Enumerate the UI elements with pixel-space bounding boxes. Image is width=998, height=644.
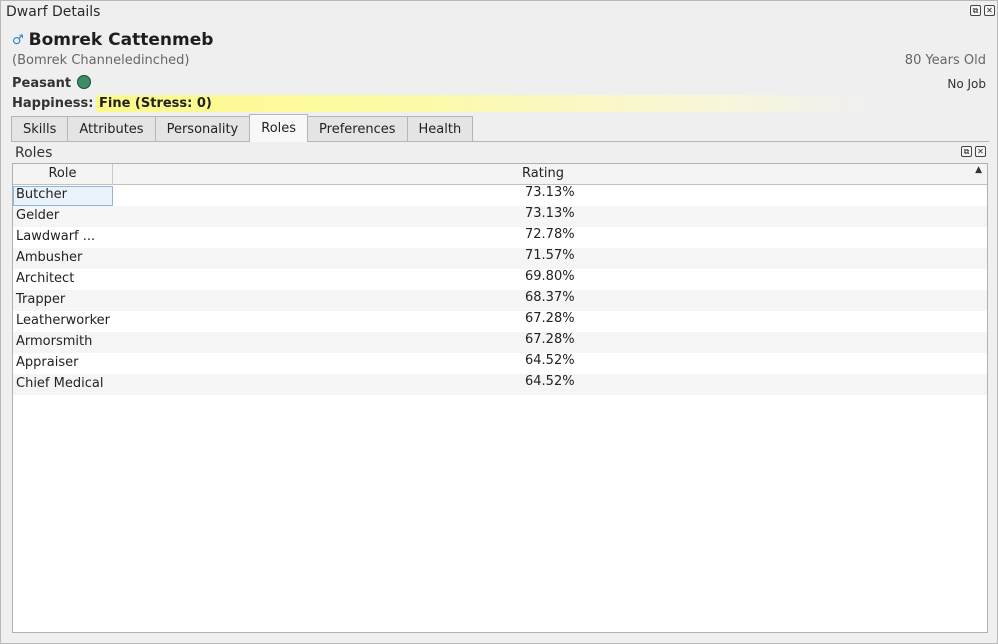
happiness-label: Happiness: — [12, 96, 94, 111]
role-name: Lawdwarf ... — [16, 229, 96, 244]
roles-panel-title: Roles — [15, 145, 53, 161]
role-name: Gelder — [16, 208, 60, 223]
role-rating: 64.52% — [525, 353, 575, 368]
role-rating: 67.28% — [525, 311, 575, 326]
titlebar: Dwarf Details ⧉ ✕ — [1, 1, 997, 23]
table-row[interactable]: Architect 69.80% — [13, 269, 987, 290]
table-row[interactable]: Appraiser 64.52% — [13, 353, 987, 374]
detail-tabs: Skills Attributes Personality Roles Pref… — [11, 114, 474, 142]
sort-descending-icon[interactable]: ▲ — [975, 165, 982, 175]
role-rating: 69.80% — [525, 269, 575, 284]
tab-divider — [11, 141, 989, 142]
current-job: No Job — [947, 77, 986, 91]
window-title: Dwarf Details — [6, 4, 101, 20]
role-name: Architect — [16, 271, 75, 286]
profession-row: Peasant — [12, 74, 92, 91]
profession-label: Peasant — [12, 76, 72, 91]
column-header-rating[interactable]: Rating — [113, 164, 973, 184]
role-rating: 73.13% — [525, 206, 575, 221]
table-row[interactable]: Gelder 73.13% — [13, 206, 987, 227]
role-name: Chief Medical — [16, 376, 104, 391]
role-name: Butcher — [16, 187, 67, 202]
dwarf-name: Bomrek Cattenmeb — [28, 30, 214, 50]
happiness-value: Fine (Stress: 0) — [99, 96, 212, 111]
table-header: Role Rating ▲ — [13, 164, 987, 185]
dwarf-details-window: Dwarf Details ⧉ ✕ ♂ Bomrek Cattenmeb (Bo… — [0, 0, 998, 644]
table-row[interactable]: Ambusher 71.57% — [13, 248, 987, 269]
dwarf-age: 80 Years Old — [904, 53, 986, 68]
role-name: Ambusher — [16, 250, 83, 265]
table-row[interactable]: Leatherworker 67.28% — [13, 311, 987, 332]
close-panel-icon[interactable]: ✕ — [975, 146, 986, 157]
role-rating: 64.52% — [525, 374, 575, 389]
tab-personality[interactable]: Personality — [154, 116, 251, 142]
close-window-icon[interactable]: ✕ — [984, 5, 995, 16]
tab-preferences[interactable]: Preferences — [307, 116, 408, 142]
table-row[interactable]: Lawdwarf ... 72.78% — [13, 227, 987, 248]
table-rows: Butcher 73.13% Gelder 73.13% Lawdwarf ..… — [13, 185, 987, 395]
role-rating: 68.37% — [525, 290, 575, 305]
role-rating: 71.57% — [525, 248, 575, 263]
tab-skills[interactable]: Skills — [11, 116, 69, 142]
float-window-icon[interactable]: ⧉ — [970, 5, 981, 16]
table-row[interactable]: Chief Medical 64.52% — [13, 374, 987, 395]
table-row[interactable]: Trapper 68.37% — [13, 290, 987, 311]
role-name: Appraiser — [16, 355, 79, 370]
table-row[interactable]: Armorsmith 67.28% — [13, 332, 987, 353]
role-name: Leatherworker — [16, 313, 110, 328]
role-rating: 67.28% — [525, 332, 575, 347]
table-row[interactable]: Butcher 73.13% — [13, 185, 987, 206]
peasant-circle-icon — [77, 74, 92, 89]
dwarf-name-row: ♂ Bomrek Cattenmeb — [12, 30, 213, 50]
role-name: Trapper — [16, 292, 66, 307]
roles-table: Role Rating ▲ Butcher 73.13% Gelder 73.1… — [12, 163, 988, 633]
role-rating: 72.78% — [525, 227, 575, 242]
happiness-bar: Fine (Stress: 0) — [96, 95, 872, 112]
dwarf-nickname: (Bomrek Channeledinched) — [12, 53, 190, 68]
male-symbol-icon: ♂ — [12, 32, 24, 48]
tab-roles[interactable]: Roles — [249, 114, 309, 142]
tab-health[interactable]: Health — [406, 116, 474, 142]
role-rating: 73.13% — [525, 185, 575, 200]
role-name: Armorsmith — [16, 334, 93, 349]
float-panel-icon[interactable]: ⧉ — [961, 146, 972, 157]
column-header-role[interactable]: Role — [13, 164, 113, 184]
tab-attributes[interactable]: Attributes — [67, 116, 156, 142]
